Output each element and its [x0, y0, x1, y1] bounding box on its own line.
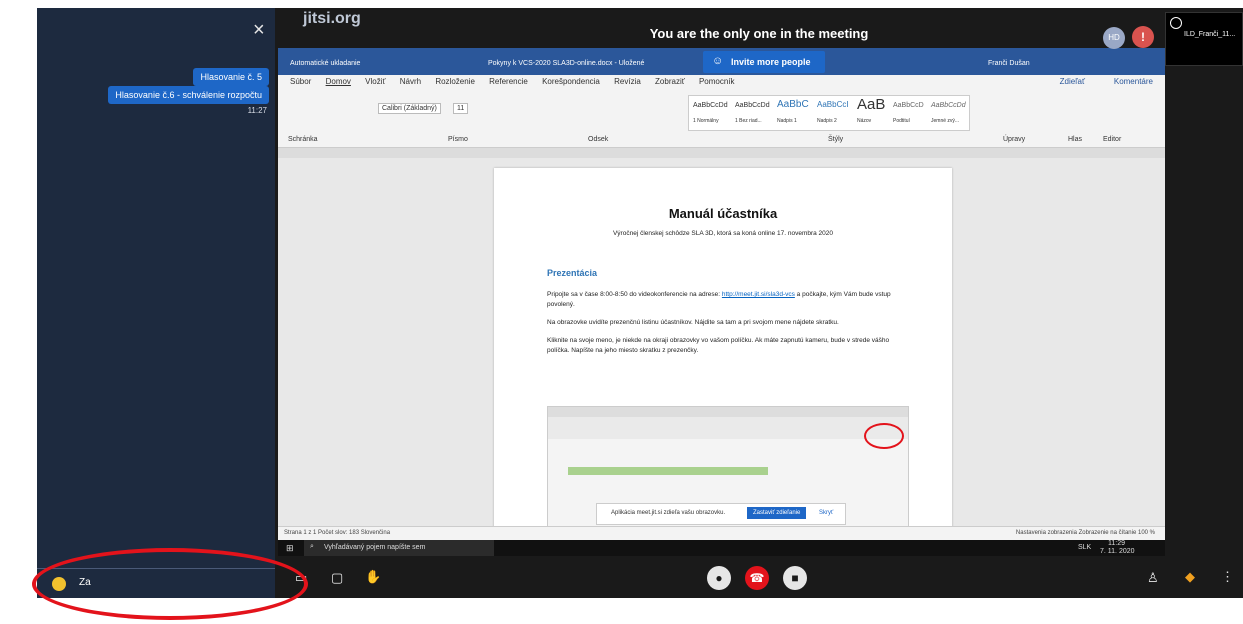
meeting-link[interactable]: http://meet.jit.si/sla3d-vcs — [722, 291, 795, 298]
status-info: Strana 1 z 1 Počet slov: 183 Slovenčina — [284, 530, 391, 536]
menu-item[interactable]: Súbor — [290, 77, 311, 86]
share-notice-text: Aplikácia meet.jit.si zdieľa vašu obrazo… — [611, 510, 726, 516]
word-menu-bar: Súbor Domov Vložiť Návrh Rozloženie Refe… — [278, 75, 1165, 89]
taskbar-time: 11:29 — [1108, 540, 1125, 547]
style-sample[interactable]: AaBbCcDd — [735, 102, 770, 109]
message-time: 11:27 — [247, 106, 267, 115]
search-icon: ⌕ — [310, 543, 314, 550]
paragraph: Na obrazovke uvidíte prezenčnú listinu ú… — [547, 319, 839, 326]
camera-off-icon[interactable]: ■ — [783, 566, 807, 590]
menu-item[interactable]: Revízia — [614, 77, 641, 86]
close-icon[interactable]: × — [253, 20, 265, 40]
meeting-stage: jitsi.org Automatické ukladanie Pokyny k… — [275, 8, 1243, 598]
document-page: Manuál účastníka Výročnej členskej schôd… — [494, 168, 952, 556]
document-heading: Prezentácia — [547, 268, 598, 278]
ribbon-group-label: Úpravy — [1003, 136, 1026, 143]
user-name: Franči Dušan — [988, 60, 1030, 67]
stop-sharing-button[interactable]: Zastaviť zdieľanie — [747, 507, 807, 519]
menu-item[interactable]: Referencie — [489, 77, 528, 86]
annotation-circle — [32, 548, 308, 620]
chat-panel: × Hlasovanie č. 5 Hlasovanie č.6 - schvá… — [37, 8, 275, 598]
taskbar-search[interactable]: ⌕ Vyhľadávaný pojem napíšte sem — [304, 540, 494, 556]
add-person-icon: ☺ — [712, 55, 724, 67]
more-options-icon[interactable]: ⋮ — [1221, 569, 1234, 585]
menu-item[interactable]: Návrh — [400, 77, 421, 86]
style-sample[interactable]: AaBbCcI — [817, 100, 849, 109]
security-shield-icon[interactable]: ◆ — [1185, 569, 1195, 585]
menu-item[interactable]: Domov — [326, 77, 351, 86]
view-controls: Nastavenia zobrazenia Zobrazenie na číta… — [1015, 530, 1155, 536]
ribbon-group-label: Odsek — [588, 136, 609, 143]
windows-taskbar: ⊞ ⌕ Vyhľadávaný pojem napíšte sem SLK 11… — [278, 540, 1165, 556]
style-name: Názov — [857, 118, 872, 124]
style-name: 1 Normálny — [693, 118, 719, 124]
meeting-status-title: You are the only one in the meeting — [649, 26, 869, 41]
styles-gallery[interactable]: AaBbCcDd AaBbCcDd AaBbC AaBbCcI AaB AaBb… — [688, 95, 970, 131]
style-sample[interactable]: AaB — [857, 96, 885, 113]
invite-button[interactable]: ☺ Invite more people — [703, 51, 825, 73]
document-name: Pokyny k VCS-2020 SLA3D-online.docx - Ul… — [488, 60, 645, 67]
chat-message: Hlasovanie č.6 - schválenie rozpočtu — [108, 86, 269, 104]
style-sample[interactable]: AaBbCcDd — [693, 102, 728, 109]
avatar[interactable]: HD — [1103, 27, 1125, 49]
ribbon-group-label: Písmo — [448, 136, 468, 143]
menu-item[interactable]: Korešpondencia — [542, 77, 600, 86]
ribbon-group-label: Editor — [1103, 136, 1122, 143]
share-word-button[interactable]: Zdieľať — [1060, 75, 1085, 89]
document-title: Manuál účastníka — [668, 206, 778, 221]
style-sample[interactable]: AaBbC — [777, 99, 809, 110]
style-sample[interactable]: AaBbCcD — [893, 102, 924, 109]
menu-item[interactable]: Zobraziť — [655, 77, 685, 86]
windows-start-icon[interactable]: ⊞ — [286, 543, 294, 554]
style-name: 1 Bez riad... — [735, 118, 762, 124]
chat-message: Hlasovanie č. 5 — [193, 68, 269, 86]
style-name: Podtitul — [893, 118, 910, 124]
shared-screen: Automatické ukladanie Pokyny k VCS-2020 … — [278, 48, 1165, 556]
style-sample[interactable]: AaBbCcDd — [931, 102, 966, 109]
warning-icon[interactable]: ! — [1132, 26, 1154, 48]
taskbar-search-placeholder: Vyhľadávaný pojem napíšte sem — [324, 544, 426, 551]
document-subtitle: Výročnej členskej schôdze SLA 3D, ktorá … — [612, 230, 834, 237]
comments-button[interactable]: Komentáre — [1114, 75, 1153, 89]
meeting-toolbar: ▭ ▢ ✋ ● ☎ ■ ♙ ◆ ⋮ — [275, 560, 1243, 598]
word-ribbon: Calibri (Základný) 11 AaBbCcDd AaBbCcDd … — [278, 89, 1165, 148]
menu-item[interactable]: Rozloženie — [435, 77, 475, 86]
microphone-icon[interactable]: ● — [707, 566, 731, 590]
autosave-label: Automatické ukladanie — [290, 60, 361, 67]
style-name: Nadpis 2 — [817, 118, 837, 124]
keyboard-language[interactable]: SLK — [1078, 544, 1091, 551]
word-status-bar: Strana 1 z 1 Počet slov: 183 Slovenčina … — [278, 526, 1165, 541]
screen-share-notice: Aplikácia meet.jit.si zdieľa vašu obrazo… — [596, 503, 846, 525]
ruler — [278, 148, 1165, 158]
participant-name: ILD_Franči_11... — [1184, 31, 1236, 38]
screen-share-icon[interactable]: ▢ — [331, 570, 343, 586]
font-size-select[interactable]: 11 — [453, 103, 469, 114]
paragraph: Pripojte sa v čase 8:00-8:50 do videokon… — [547, 290, 907, 310]
style-name: Jemné zvý... — [931, 118, 960, 124]
taskbar-date: 7. 11. 2020 — [1100, 548, 1135, 555]
participant-thumbnail[interactable]: ILD_Franči_11... — [1165, 12, 1243, 66]
menu-item[interactable]: Vložiť — [365, 77, 385, 86]
highlight-circle — [864, 423, 904, 449]
hide-button[interactable]: Skryť — [819, 510, 833, 516]
ribbon-group-label: Schránka — [288, 136, 318, 143]
ribbon-group-label: Hlas — [1068, 136, 1083, 143]
paragraph: Kliknite na svoje meno, je niekde na okr… — [547, 337, 890, 354]
status-icon — [1170, 17, 1182, 29]
hangup-icon[interactable]: ☎ — [745, 566, 769, 590]
paragraph-text: Pripojte sa v čase 8:00-8:50 do videokon… — [547, 291, 722, 298]
participants-icon[interactable]: ♙ — [1147, 570, 1159, 586]
raise-hand-icon[interactable]: ✋ — [365, 569, 381, 585]
menu-item[interactable]: Pomocník — [699, 77, 735, 86]
ribbon-group-label: Štýly — [828, 136, 844, 143]
style-name: Nadpis 1 — [777, 118, 797, 124]
font-name-select[interactable]: Calibri (Základný) — [378, 103, 441, 114]
invite-label: Invite more people — [731, 57, 811, 67]
